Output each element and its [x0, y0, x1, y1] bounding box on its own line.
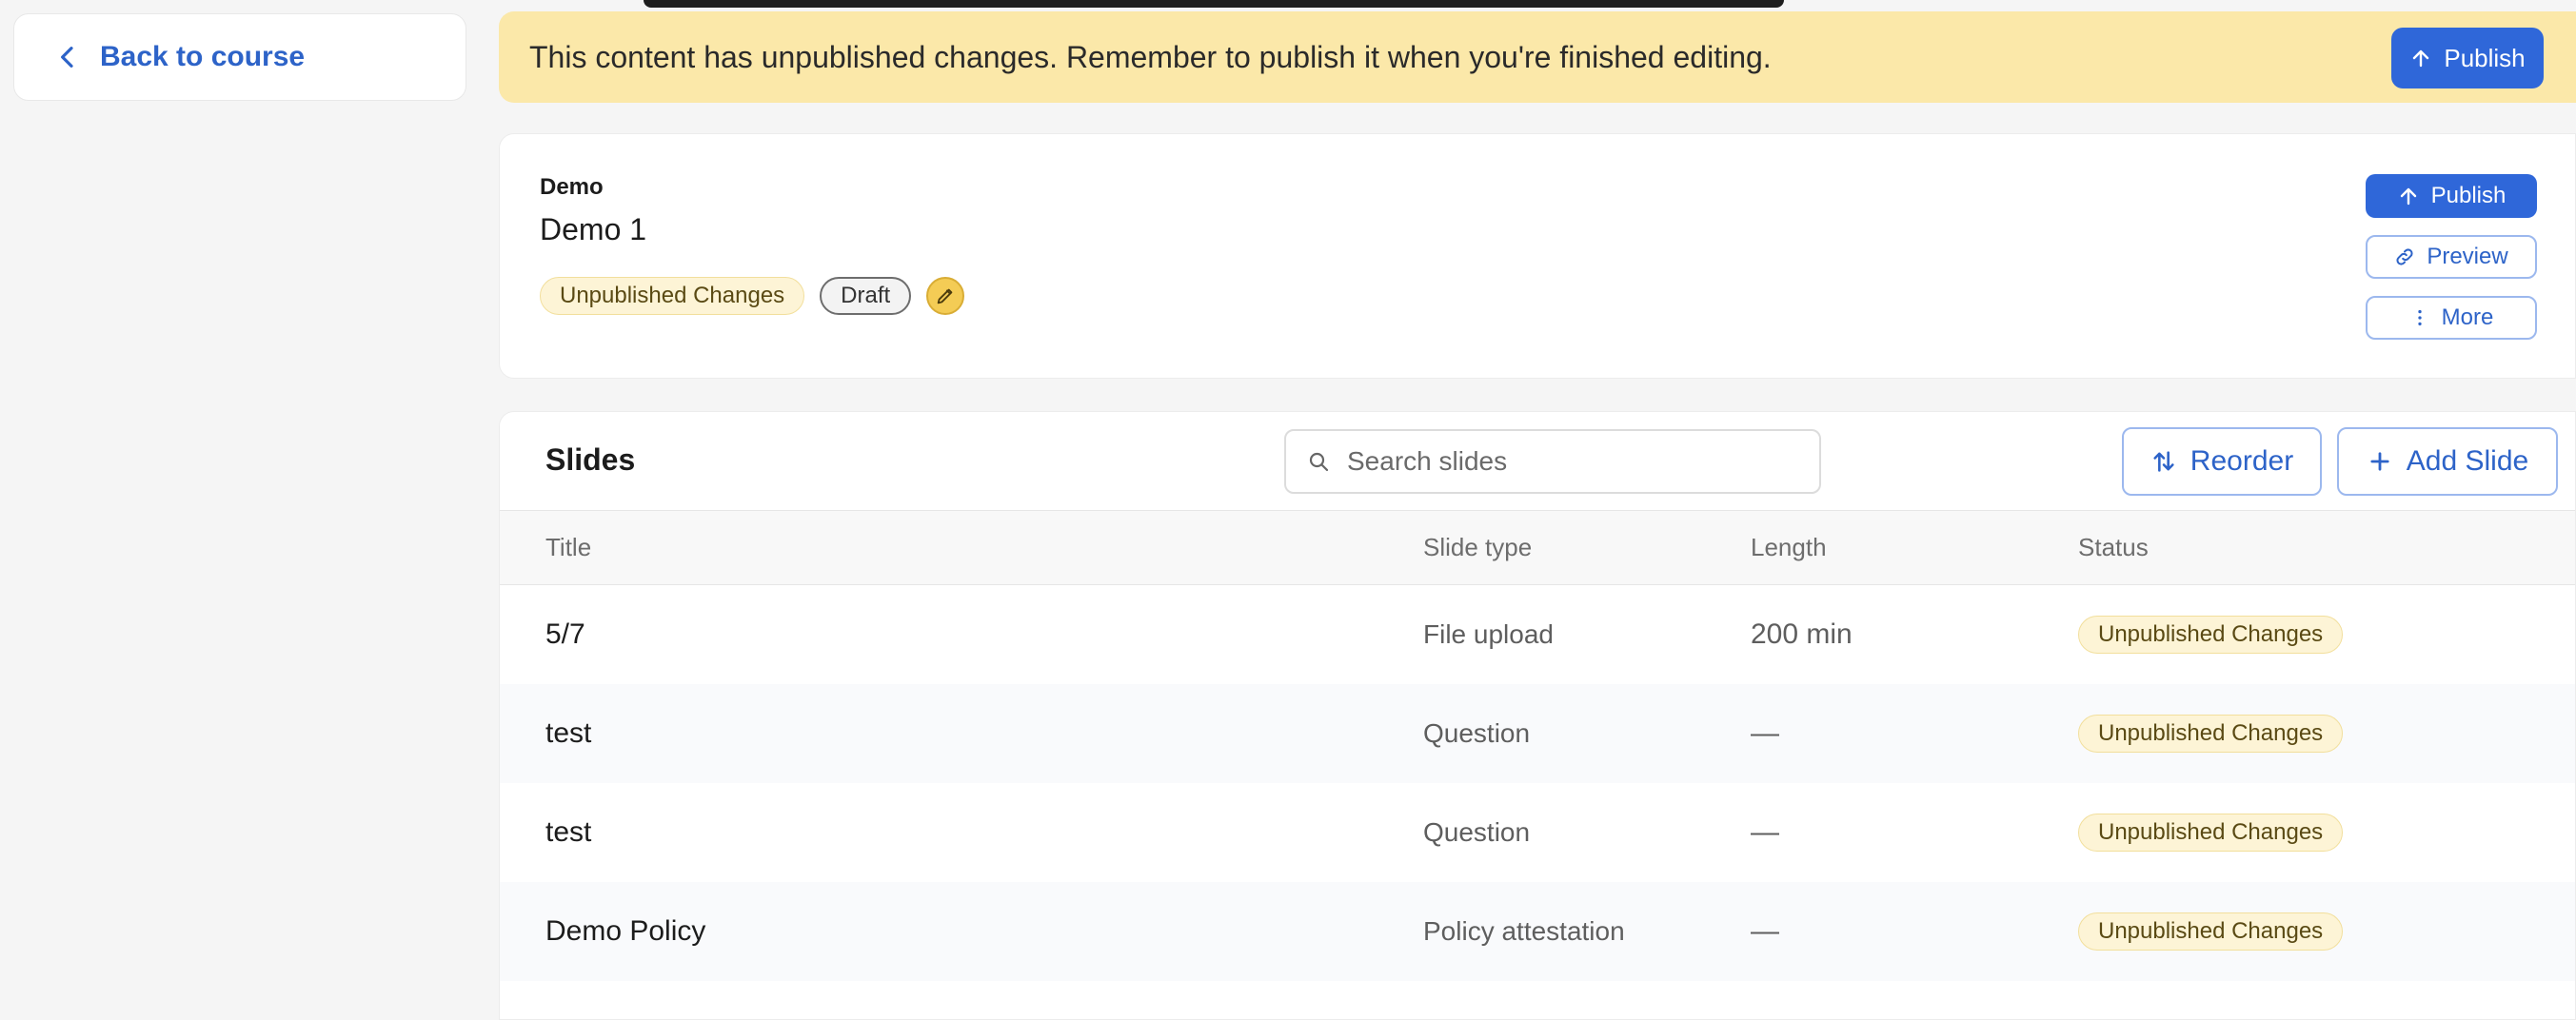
- add-slide-button[interactable]: Add Slide: [2337, 427, 2558, 496]
- table-row[interactable]: 5/7 File upload 200 min Unpublished Chan…: [500, 585, 2575, 684]
- edit-button[interactable]: [926, 277, 965, 315]
- plus-icon: [2370, 452, 2389, 471]
- header-actions: Publish Preview More: [2366, 174, 2537, 340]
- column-header-status[interactable]: Status: [2078, 511, 2149, 584]
- pencil-icon: [937, 288, 953, 304]
- window-top-strip: [644, 0, 1784, 8]
- link-icon: [2396, 248, 2413, 265]
- row-title: test: [545, 717, 592, 749]
- column-header-length[interactable]: Length: [1751, 511, 1827, 584]
- search-slides-input[interactable]: [1347, 446, 1804, 477]
- arrow-up-icon: [2400, 187, 2416, 206]
- row-status-cell: Unpublished Changes: [2078, 684, 2344, 783]
- row-length: —: [1751, 816, 1779, 848]
- preview-label: Preview: [2427, 244, 2508, 269]
- table-body: 5/7 File upload 200 min Unpublished Chan…: [500, 585, 2575, 981]
- arrow-up-icon: [2413, 49, 2429, 68]
- slides-card: Slides Reorder Add Slide Title Slide typ…: [499, 411, 2576, 1020]
- row-title: test: [545, 816, 592, 848]
- reorder-button[interactable]: Reorder: [2122, 427, 2322, 496]
- row-status-cell: Unpublished Changes: [2078, 882, 2344, 981]
- status-badge: Unpublished Changes: [2078, 616, 2344, 654]
- row-status-cell: Unpublished Changes: [2078, 783, 2344, 882]
- preview-button[interactable]: Preview: [2366, 235, 2537, 279]
- row-status-cell: Unpublished Changes: [2078, 585, 2344, 684]
- unpublished-banner: This content has unpublished changes. Re…: [499, 11, 2576, 103]
- more-vertical-icon: [2418, 309, 2422, 326]
- status-badge: Unpublished Changes: [2078, 715, 2344, 753]
- reorder-label: Reorder: [2190, 445, 2294, 477]
- row-type: Question: [1423, 718, 1531, 748]
- search-slides-box[interactable]: [1284, 429, 1821, 494]
- column-header-title[interactable]: Title: [545, 511, 591, 584]
- add-slide-label: Add Slide: [2406, 445, 2529, 477]
- column-header-type[interactable]: Slide type: [1423, 511, 1532, 584]
- status-badge: Unpublished Changes: [2078, 814, 2344, 852]
- row-type: Question: [1423, 817, 1531, 847]
- slides-heading: Slides: [545, 442, 636, 477]
- back-to-course-label: Back to course: [100, 41, 306, 72]
- content-eyebrow: Demo: [540, 174, 604, 200]
- banner-message: This content has unpublished changes. Re…: [529, 39, 1772, 74]
- draft-badge: Draft: [820, 277, 912, 315]
- unpublished-changes-badge: Unpublished Changes: [540, 277, 805, 315]
- more-label: More: [2441, 304, 2494, 330]
- banner-publish-label: Publish: [2444, 43, 2526, 72]
- row-title: 5/7: [545, 618, 585, 650]
- row-length: 200 min: [1751, 618, 1853, 650]
- row-type: File upload: [1423, 619, 1554, 649]
- slides-toolbar: Slides Reorder Add Slide: [500, 412, 2575, 511]
- header-publish-label: Publish: [2430, 183, 2507, 208]
- chevron-left-icon: [61, 47, 73, 68]
- row-type: Policy attestation: [1423, 916, 1625, 946]
- search-icon: [1309, 452, 1329, 472]
- table-row[interactable]: test Question — Unpublished Changes: [500, 684, 2575, 783]
- table-row[interactable]: test Question — Unpublished Changes: [500, 783, 2575, 882]
- status-badges: Unpublished Changes Draft: [540, 277, 965, 315]
- row-length: —: [1751, 717, 1779, 749]
- table-row[interactable]: Demo Policy Policy attestation — Unpubli…: [500, 882, 2575, 981]
- header-publish-button[interactable]: Publish: [2366, 174, 2537, 218]
- row-title: Demo Policy: [545, 915, 706, 947]
- content-header-card: Demo Demo 1 Unpublished Changes Draft Pu…: [499, 133, 2576, 379]
- banner-publish-button[interactable]: Publish: [2391, 28, 2544, 88]
- row-length: —: [1751, 915, 1779, 947]
- sort-arrows-icon: [2153, 451, 2174, 472]
- status-badge: Unpublished Changes: [2078, 912, 2344, 951]
- back-to-course-button[interactable]: Back to course: [13, 13, 466, 101]
- more-button[interactable]: More: [2366, 296, 2537, 340]
- table-header: Title Slide type Length Status: [500, 511, 2575, 585]
- content-title: Demo 1: [540, 212, 647, 246]
